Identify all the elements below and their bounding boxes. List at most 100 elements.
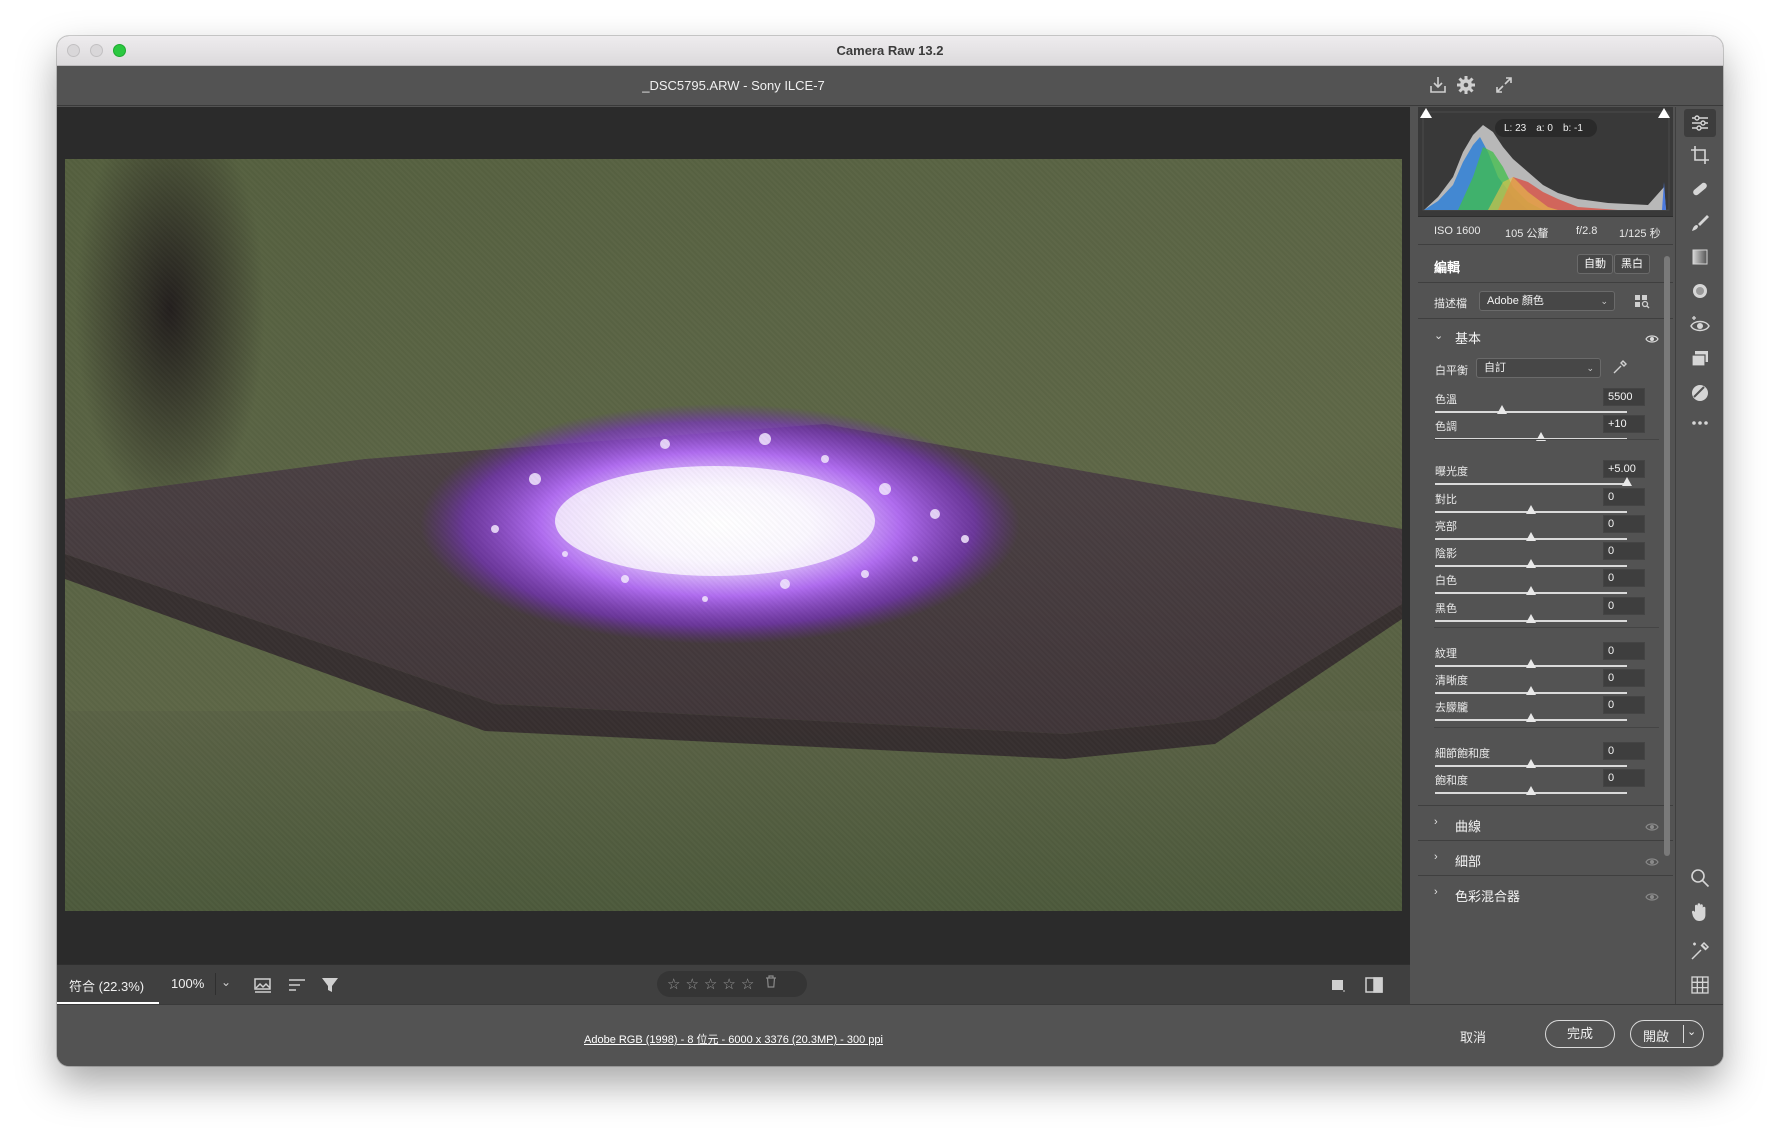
texture-value-field[interactable]: 0 (1603, 642, 1645, 660)
gear-icon[interactable] (1455, 74, 1479, 98)
filmstrip-icon[interactable] (252, 974, 274, 996)
shadows-slider[interactable]: 陰影 0 (1435, 542, 1645, 575)
clarity-value-field[interactable]: 0 (1603, 669, 1645, 687)
star-1[interactable]: ☆ (667, 975, 680, 993)
saturation-value-field[interactable]: 0 (1603, 769, 1645, 787)
fullscreen-icon[interactable] (1493, 74, 1517, 98)
profile-browser-icon[interactable] (1634, 293, 1650, 314)
zoom-dropdown-icon[interactable]: ⌄ (221, 975, 231, 989)
exposure-track[interactable] (1435, 483, 1627, 485)
divider-1 (1434, 439, 1659, 440)
detail-section-header[interactable]: › 細部 (1418, 840, 1673, 875)
grid-icon[interactable] (1689, 974, 1711, 996)
open-options-icon[interactable]: ⌄ (1687, 1025, 1696, 1038)
eyedropper-icon[interactable] (1612, 359, 1628, 380)
temp-thumb[interactable] (1497, 405, 1508, 414)
snapshots-icon[interactable] (1689, 348, 1711, 370)
saturation-slider[interactable]: 飽和度 0 (1435, 769, 1645, 802)
open-button[interactable]: 開啟 ⌄ (1630, 1020, 1704, 1048)
histogram[interactable]: L: 23 a: 0 b: -1 (1418, 107, 1673, 217)
sort-icon[interactable] (286, 974, 308, 996)
texture-slider[interactable]: 紋理 0 (1435, 642, 1645, 675)
healing-icon[interactable] (1689, 178, 1711, 200)
photo-preview[interactable] (65, 159, 1402, 911)
clarity-thumb[interactable] (1526, 686, 1536, 695)
linear-gradient-icon[interactable] (1689, 246, 1711, 268)
shadows-thumb[interactable] (1526, 559, 1536, 568)
eye-icon[interactable] (1645, 889, 1659, 901)
single-view-icon[interactable] (1327, 974, 1349, 996)
color-sampler-icon[interactable] (1689, 940, 1711, 962)
profile-dropdown[interactable]: Adobe 顏色 ⌄ (1479, 291, 1615, 311)
exposure-thumb[interactable] (1622, 477, 1632, 486)
whites-value-field[interactable]: 0 (1603, 569, 1645, 587)
clarity-slider[interactable]: 清晰度 0 (1435, 669, 1645, 702)
image-viewer[interactable] (57, 107, 1410, 964)
contrast-thumb[interactable] (1526, 505, 1536, 514)
star-4[interactable]: ☆ (722, 975, 735, 993)
contrast-value-field[interactable]: 0 (1603, 488, 1645, 506)
blacks-value-field[interactable]: 0 (1603, 597, 1645, 615)
white-balance-dropdown[interactable]: 自訂 ⌄ (1476, 358, 1601, 378)
tint-slider[interactable]: 色調 +10 (1435, 415, 1645, 448)
zoom-fit-button[interactable]: 符合 (22.3%) (57, 965, 159, 1004)
temp-slider[interactable]: 色溫 5500 (1435, 388, 1645, 421)
radial-gradient-icon[interactable] (1689, 280, 1711, 302)
tint-value-field[interactable]: +10 (1603, 415, 1645, 433)
filter-icon[interactable] (319, 974, 341, 996)
presets-icon[interactable] (1689, 382, 1711, 404)
color-mixer-section-header[interactable]: › 色彩混合器 (1418, 875, 1673, 910)
panel-scrollbar[interactable] (1664, 256, 1670, 856)
texture-thumb[interactable] (1526, 659, 1536, 668)
crop-icon[interactable] (1689, 144, 1711, 166)
basic-section-header[interactable]: ⌄ 基本 (1418, 319, 1673, 353)
blacks-thumb[interactable] (1526, 614, 1536, 623)
auto-button[interactable]: 自動 (1577, 254, 1613, 274)
edit-tool-icon[interactable] (1684, 109, 1716, 137)
cancel-button[interactable]: 取消 (1460, 1027, 1486, 1046)
temp-track[interactable] (1435, 411, 1627, 413)
star-5[interactable]: ☆ (741, 975, 754, 993)
save-image-icon[interactable] (1427, 74, 1451, 98)
shadow-clipping-toggle[interactable] (1420, 108, 1432, 118)
whites-thumb[interactable] (1526, 586, 1536, 595)
zoom-icon[interactable] (1689, 867, 1711, 889)
dehaze-slider[interactable]: 去朦朧 0 (1435, 696, 1645, 729)
saturation-thumb[interactable] (1526, 786, 1536, 795)
vibrance-slider[interactable]: 細節飽和度 0 (1435, 742, 1645, 775)
shadows-value-field[interactable]: 0 (1603, 542, 1645, 560)
whites-slider[interactable]: 白色 0 (1435, 569, 1645, 602)
highlights-value-field[interactable]: 0 (1603, 515, 1645, 533)
trash-icon[interactable] (765, 975, 777, 993)
more-icon[interactable] (1689, 412, 1711, 434)
zoom-100-button[interactable]: 100% (171, 976, 204, 991)
exposure-slider[interactable]: 曝光度 +5.00 (1435, 460, 1645, 493)
red-eye-icon[interactable] (1689, 314, 1711, 336)
black-white-button[interactable]: 黑白 (1614, 254, 1650, 274)
eye-icon[interactable] (1645, 854, 1659, 866)
workflow-options-link[interactable]: Adobe RGB (1998) - 8 位元 - 6000 x 3376 (2… (57, 1031, 1410, 1047)
eye-icon[interactable] (1645, 819, 1659, 831)
curve-section-header[interactable]: › 曲線 (1418, 805, 1673, 840)
exposure-value-field[interactable]: +5.00 (1603, 460, 1645, 478)
hand-icon[interactable] (1689, 901, 1711, 923)
highlights-thumb[interactable] (1526, 532, 1536, 541)
star-rating[interactable]: ☆ ☆ ☆ ☆ ☆ (657, 971, 807, 997)
dehaze-value-field[interactable]: 0 (1603, 696, 1645, 714)
eye-icon[interactable] (1645, 331, 1659, 343)
star-3[interactable]: ☆ (704, 975, 717, 993)
vibrance-value-field[interactable]: 0 (1603, 742, 1645, 760)
contrast-slider[interactable]: 對比 0 (1435, 488, 1645, 521)
brush-icon[interactable] (1689, 212, 1711, 234)
star-2[interactable]: ☆ (685, 975, 698, 993)
edit-title: 編輯 (1434, 260, 1461, 275)
white-balance-label: 白平衡 (1435, 365, 1468, 377)
dehaze-thumb[interactable] (1526, 713, 1536, 722)
before-after-icon[interactable] (1363, 974, 1385, 996)
highlights-slider[interactable]: 亮部 0 (1435, 515, 1645, 548)
highlight-clipping-toggle[interactable] (1658, 108, 1670, 118)
done-button[interactable]: 完成 (1545, 1020, 1615, 1048)
vibrance-thumb[interactable] (1526, 759, 1536, 768)
temp-value-field[interactable]: 5500 (1603, 388, 1645, 406)
blacks-slider[interactable]: 黑色 0 (1435, 597, 1645, 630)
